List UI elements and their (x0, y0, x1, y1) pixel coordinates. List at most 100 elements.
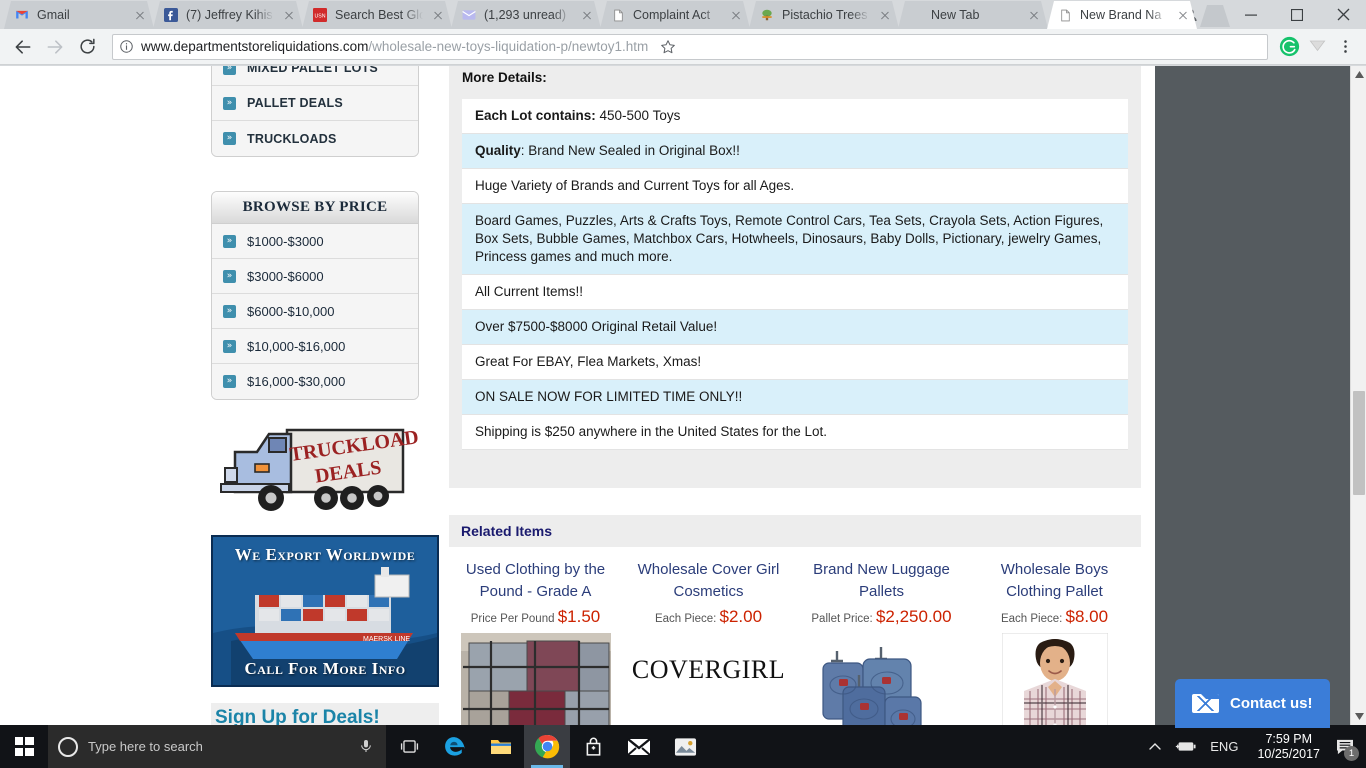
price-label: Each Piece: (654, 613, 717, 625)
truckload-deals-banner[interactable]: TRUCKLOAD DEALS (211, 416, 420, 521)
facebook-icon (163, 7, 179, 23)
close-icon[interactable] (1026, 7, 1042, 23)
browser-tab-facebook[interactable]: (7) Jeffrey Kihis (153, 1, 303, 29)
price-filter-6000-10000[interactable]: » $6000-$10,000 (212, 294, 418, 329)
browser-tab-new-brand-name[interactable]: New Brand Na (1047, 1, 1197, 29)
browser-toolbar: www.departmentstoreliquidations.com/whol… (0, 29, 1366, 65)
category-nav-box: » MIXED PALLET LOTS » PALLET DEALS » TRU… (211, 66, 419, 157)
scroll-down-icon[interactable] (1351, 708, 1366, 725)
close-icon[interactable] (132, 7, 148, 23)
related-item-image[interactable] (454, 633, 617, 725)
detail-row-text: ON SALE NOW FOR LIMITED TIME ONLY!! (462, 379, 1128, 415)
price-amount: $1.50 (557, 607, 601, 626)
detail-row-text: Great For EBAY, Flea Markets, Xmas! (462, 344, 1128, 380)
ship-name-label: MAERSK LINE (363, 636, 410, 643)
browser-tab-gmail[interactable]: Gmail (4, 1, 154, 29)
grammarly-icon[interactable] (1276, 34, 1302, 60)
edge-icon[interactable] (432, 725, 478, 768)
table-row: All Current Items!! (462, 274, 1128, 310)
store-icon[interactable] (570, 725, 616, 768)
browser-tab-unread-mail[interactable]: (1,293 unread) (451, 1, 601, 29)
microphone-icon[interactable] (358, 738, 376, 756)
related-item-image[interactable] (800, 633, 963, 725)
related-item-covergirl[interactable]: Wholesale Cover Girl Cosmetics Each Piec… (622, 559, 795, 725)
related-item-price-row: Pallet Price: $2,250.00 (800, 607, 963, 627)
forward-icon[interactable] (40, 32, 70, 62)
back-icon[interactable] (8, 32, 38, 62)
price-filter-1000-3000[interactable]: » $1000-$3000 (212, 224, 418, 259)
task-view-icon[interactable] (386, 725, 432, 768)
battery-icon[interactable] (1171, 725, 1199, 768)
extension-icon[interactable] (1304, 34, 1330, 60)
price-filter-10000-16000[interactable]: » $10,000-$16,000 (212, 329, 418, 364)
tab-title: (1,293 unread) (484, 8, 567, 22)
detail-row-text: Board Games, Puzzles, Arts & Crafts Toys… (462, 203, 1128, 275)
close-icon[interactable] (281, 7, 297, 23)
related-item-title[interactable]: Used Clothing by the Pound - Grade A (454, 559, 617, 603)
action-center-icon[interactable]: 1 (1330, 725, 1360, 768)
bookmark-star-icon[interactable] (655, 34, 681, 60)
table-row: Board Games, Puzzles, Arts & Crafts Toys… (462, 203, 1128, 275)
contact-us-label: Contact us! (1230, 695, 1313, 712)
table-row: Over $7500-$8000 Original Retail Value! (462, 309, 1128, 345)
close-icon[interactable] (579, 7, 595, 23)
browser-tab-pistachio[interactable]: Pistachio Trees (749, 1, 899, 29)
taskbar-clock[interactable]: 7:59 PM 10/25/2017 (1249, 732, 1328, 762)
sidebar-item-truckloads[interactable]: » TRUCKLOADS (212, 121, 418, 156)
table-row: Shipping is $250 anywhere in the United … (462, 414, 1128, 450)
related-item-luggage[interactable]: Brand New Luggage Pallets Pallet Price: … (795, 559, 968, 725)
page-scrollbar[interactable] (1350, 66, 1366, 725)
envelope-icon (1192, 694, 1219, 713)
tab-strip: Gmail (7) Jeffrey Kihis USN Search Best … (0, 0, 1366, 29)
maximize-icon[interactable] (1274, 0, 1320, 29)
related-item-used-clothing[interactable]: Used Clothing by the Pound - Grade A Pri… (449, 559, 622, 725)
clock-date: 10/25/2017 (1257, 746, 1320, 761)
tab-title: New Tab (931, 8, 980, 22)
tab-title: (7) Jeffrey Kihis (186, 8, 273, 22)
detail-row-text: Shipping is $250 anywhere in the United … (462, 414, 1128, 450)
contact-us-widget[interactable]: Contact us! (1175, 679, 1330, 728)
tab-title: New Brand Na (1080, 8, 1162, 22)
chevron-right-icon: » (223, 269, 236, 283)
scrollbar-thumb[interactable] (1353, 391, 1365, 495)
price-filter-3000-6000[interactable]: » $3000-$6000 (212, 259, 418, 294)
site-info-icon[interactable] (119, 39, 134, 54)
related-item-image[interactable] (973, 633, 1136, 725)
price-filter-16000-30000[interactable]: » $16,000-$30,000 (212, 364, 418, 399)
right-overlay-panel (1155, 66, 1350, 725)
close-icon[interactable] (877, 7, 893, 23)
browser-tab-new-tab[interactable]: New Tab (898, 1, 1048, 29)
chrome-icon[interactable] (524, 725, 570, 768)
start-button[interactable] (0, 725, 48, 768)
browser-tab-search-best[interactable]: USN Search Best Glo (302, 1, 452, 29)
browser-tab-complaint[interactable]: Complaint Act (600, 1, 750, 29)
export-worldwide-banner[interactable]: MAERSK LINE We Export Worldwide Call For… (211, 535, 439, 687)
close-icon[interactable] (1320, 0, 1366, 29)
reload-icon[interactable] (72, 32, 102, 62)
close-icon[interactable] (728, 7, 744, 23)
sidebar-item-pallet-deals[interactable]: » PALLET DEALS (212, 86, 418, 121)
language-indicator[interactable]: ENG (1201, 739, 1247, 754)
show-hidden-icons[interactable] (1141, 725, 1169, 768)
sign-up-for-deals-heading[interactable]: Sign Up for Deals! (211, 703, 439, 725)
related-item-boys-clothing[interactable]: Wholesale Boys Clothing Pallet Each Piec… (968, 559, 1141, 725)
clock-time: 7:59 PM (1265, 731, 1312, 746)
windows-taskbar: Type here to search ENG 7:59 PM 10/25/20… (0, 725, 1366, 768)
tab-title: Complaint Act (633, 8, 711, 22)
scroll-up-icon[interactable] (1351, 66, 1366, 83)
close-icon[interactable] (1175, 7, 1191, 23)
address-bar[interactable]: www.departmentstoreliquidations.com/whol… (112, 33, 1268, 60)
taskbar-search[interactable]: Type here to search (48, 725, 386, 768)
related-item-title[interactable]: Wholesale Cover Girl Cosmetics (627, 559, 790, 603)
sidebar-item-mixed-pallet-lots[interactable]: » MIXED PALLET LOTS (212, 66, 418, 86)
related-item-title[interactable]: Wholesale Boys Clothing Pallet (973, 559, 1136, 603)
mail-icon[interactable] (616, 725, 662, 768)
chrome-menu-icon[interactable] (1332, 34, 1358, 60)
related-item-title[interactable]: Brand New Luggage Pallets (800, 559, 963, 603)
page-icon (610, 7, 626, 23)
photos-icon[interactable] (662, 725, 708, 768)
related-item-image[interactable]: COVERGIRL (627, 633, 790, 725)
minimize-icon[interactable] (1228, 0, 1274, 29)
file-explorer-icon[interactable] (478, 725, 524, 768)
close-icon[interactable] (430, 7, 446, 23)
